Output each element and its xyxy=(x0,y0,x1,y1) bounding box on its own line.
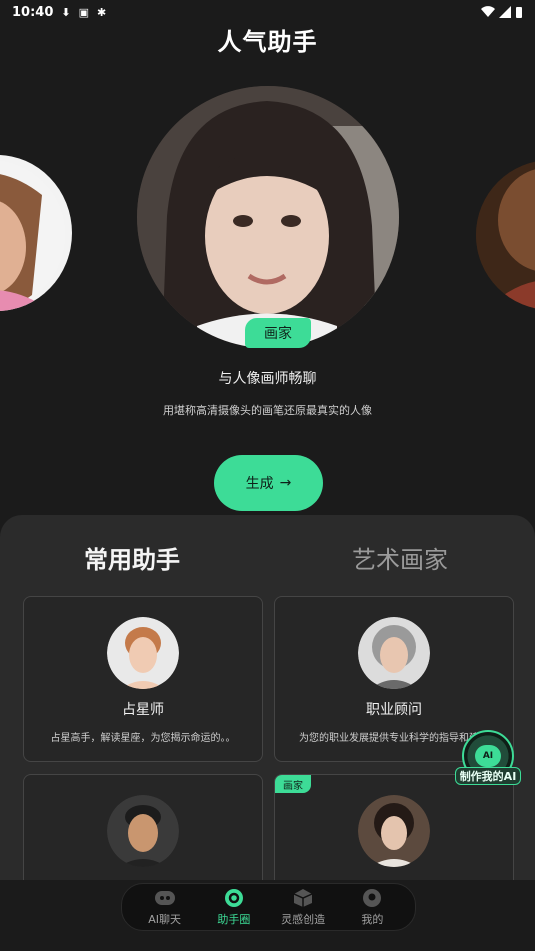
card-name: 占星师 xyxy=(122,702,164,718)
role-tag: 画家 xyxy=(245,318,311,348)
make-my-ai-label[interactable]: 制作我的AI xyxy=(455,767,521,785)
carousel-avatar-prev[interactable] xyxy=(0,155,72,311)
nav-label: AI聊天 xyxy=(148,913,182,926)
tab-art-painters[interactable]: 艺术画家 xyxy=(352,540,448,575)
status-left-icons: ⬇ ▣ ✱ xyxy=(61,6,106,19)
generate-button[interactable]: 生成 → xyxy=(214,455,323,511)
page-title: 人气助手 xyxy=(217,28,318,56)
arrow-right-icon: → xyxy=(279,475,292,491)
assistant-description: 用堪称高清摄像头的画笔还原最真实的人像 xyxy=(163,404,372,417)
bug-icon: ✱ xyxy=(97,5,107,19)
avatar xyxy=(358,795,430,867)
circle-icon xyxy=(223,887,245,909)
status-right-icons xyxy=(481,6,523,19)
app-a-icon: ▣ xyxy=(78,5,90,19)
avatar xyxy=(107,795,179,867)
nav-ai-chat[interactable]: AI聊天 xyxy=(135,887,195,927)
card-description: 占星高手，解读星座，为您揭示命运的。。 xyxy=(50,733,236,744)
profile-icon xyxy=(361,887,383,909)
wifi-icon xyxy=(481,6,495,18)
avatar xyxy=(107,617,179,689)
portrait-image xyxy=(476,160,535,310)
tab-common-assistants[interactable]: 常用助手 xyxy=(84,540,180,575)
bottom-nav: AI聊天 助手圈 灵感创造 我的 xyxy=(121,883,416,931)
nav-label: 我的 xyxy=(361,913,384,926)
robot-icon xyxy=(154,887,176,909)
carousel-avatar-next[interactable] xyxy=(476,160,535,310)
avatar xyxy=(358,617,430,689)
assistant-card-astrologer[interactable]: 占星师 占星高手，解读星座，为您揭示命运的。。 xyxy=(23,596,263,762)
nav-inspiration[interactable]: 灵感创造 xyxy=(273,887,333,927)
nav-label: 助手圈 xyxy=(217,913,251,926)
cube-icon xyxy=(292,887,314,909)
carousel-avatar-current[interactable] xyxy=(137,86,399,348)
nav-profile[interactable]: 我的 xyxy=(342,887,402,927)
card-name: 职业顾问 xyxy=(366,702,422,718)
status-time: 10:40 xyxy=(12,4,54,20)
generate-button-label: 生成 xyxy=(245,476,274,492)
screen: 10:40 ⬇ ▣ ✱ 人气助手 画家 与人像画师畅聊 用堪称高清摄像头的画笔还… xyxy=(0,0,535,951)
status-bar: 10:40 ⬇ ▣ ✱ xyxy=(0,0,535,24)
nav-label: 灵感创造 xyxy=(281,913,326,926)
assistant-subtitle: 与人像画师畅聊 xyxy=(218,371,317,387)
download-icon: ⬇ xyxy=(61,5,71,19)
ai-chat-icon: AI xyxy=(475,745,501,767)
portrait-image xyxy=(0,160,65,311)
nav-assistant-circle[interactable]: 助手圈 xyxy=(204,887,264,927)
portrait-image xyxy=(137,86,399,348)
card-badge: 画家 xyxy=(275,775,311,793)
battery-icon xyxy=(516,6,522,18)
signal-icon xyxy=(499,6,511,18)
